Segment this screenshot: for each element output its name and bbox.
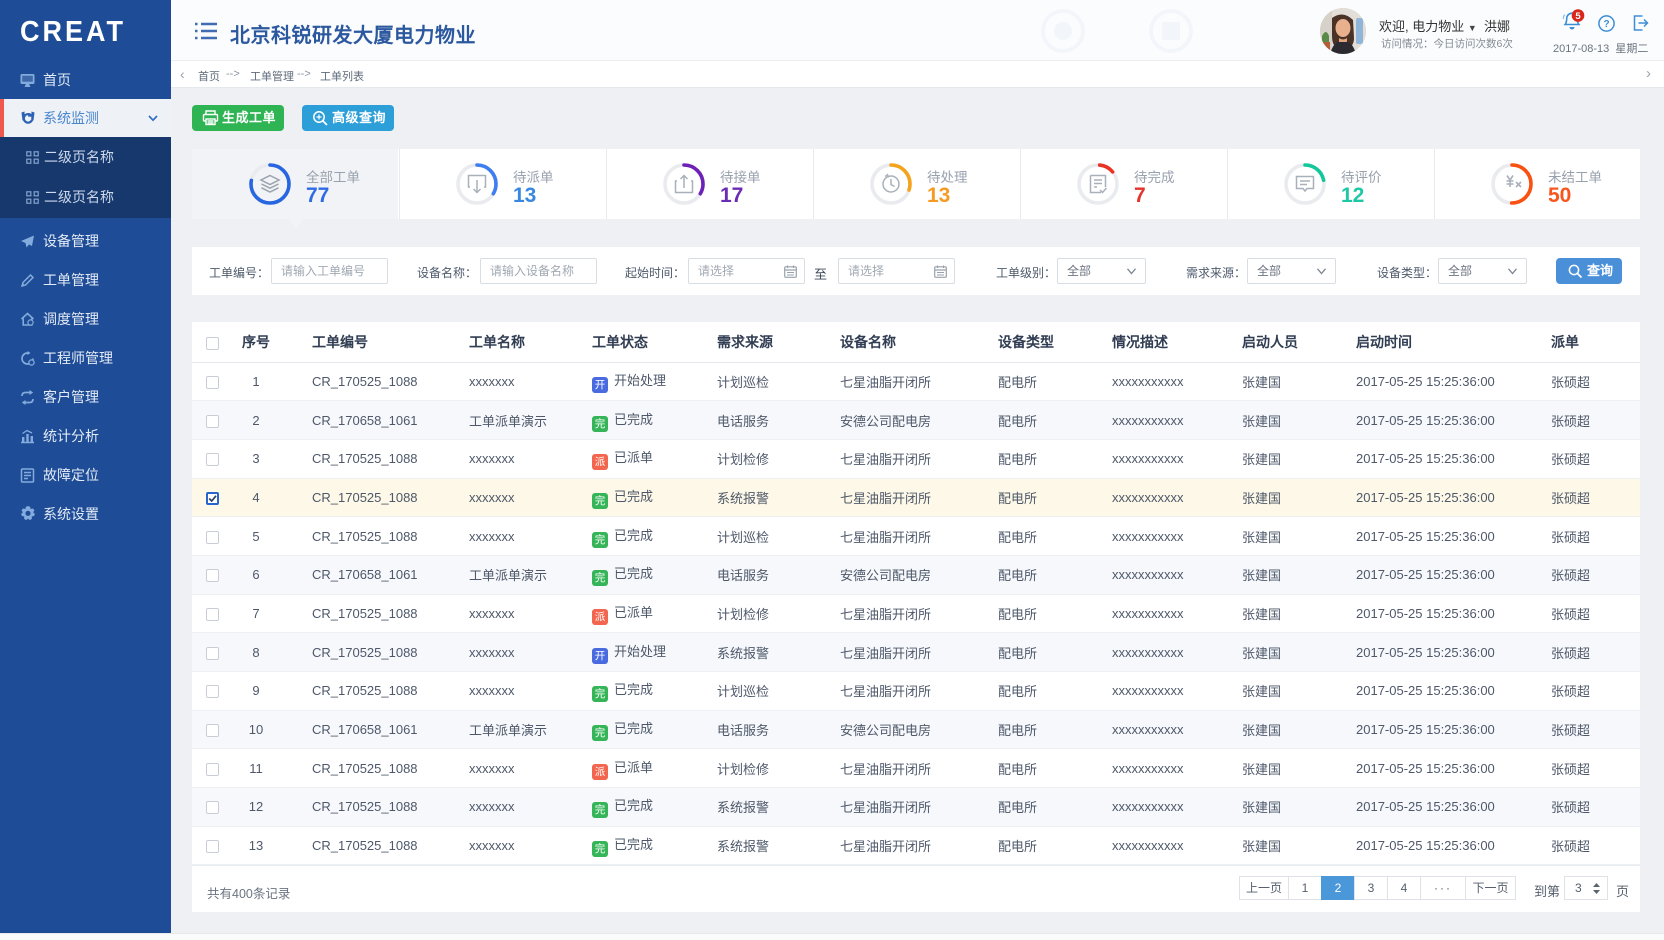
svg-text:?: ? [1603,19,1609,30]
svg-text:5: 5 [1575,11,1581,22]
